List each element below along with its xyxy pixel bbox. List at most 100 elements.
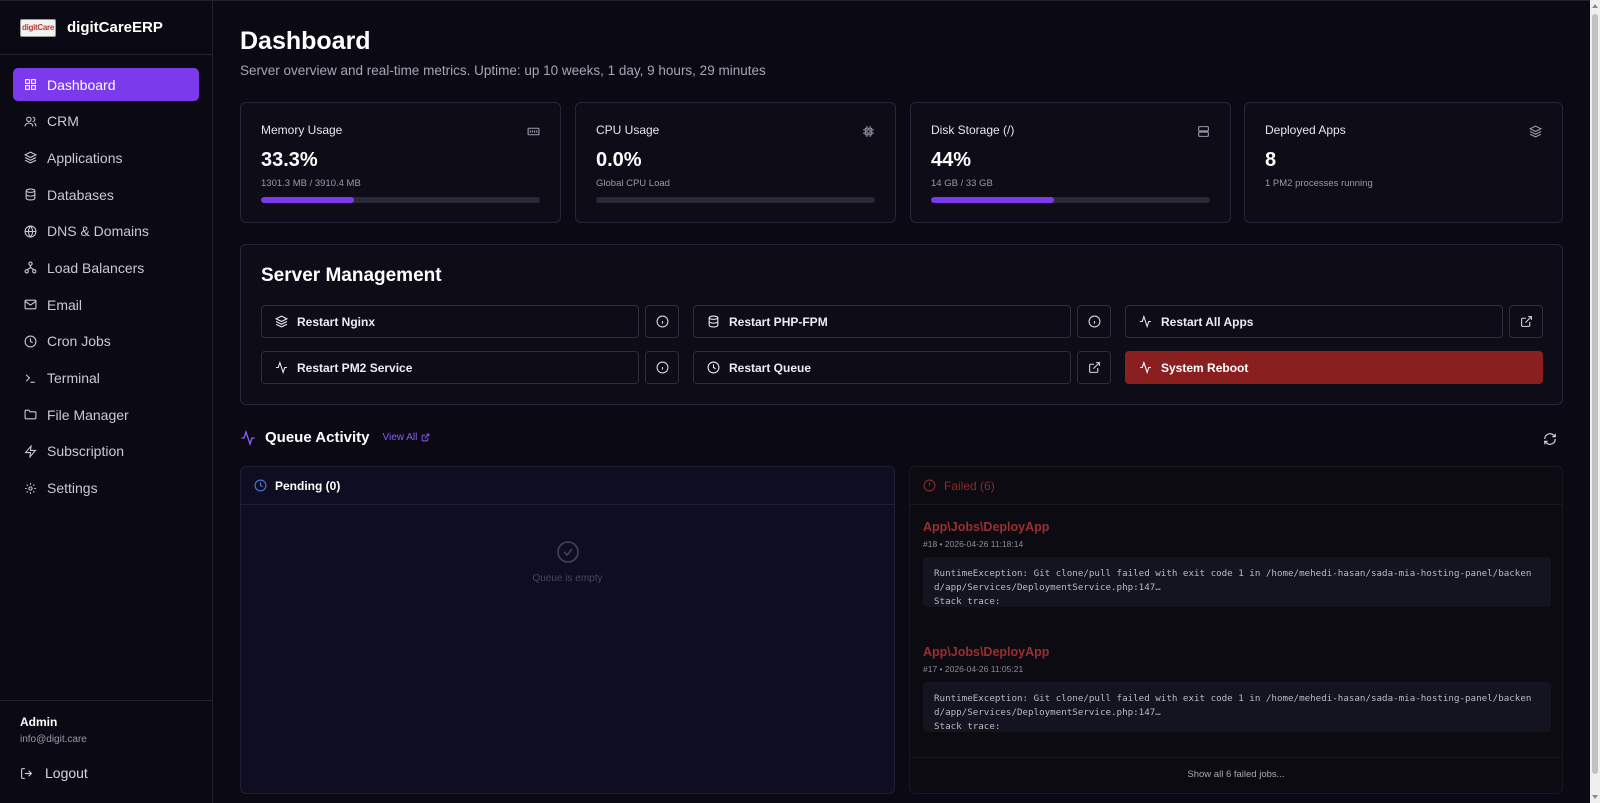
- layers-icon: [24, 151, 37, 164]
- card-value: 44%: [931, 149, 972, 171]
- job-trace-message: RuntimeException: Git clone/pull failed …: [934, 568, 1532, 593]
- restart-all-apps-button[interactable]: Restart All Apps: [1125, 305, 1503, 338]
- brand-logo: digitCare: [20, 18, 56, 37]
- restart-nginx-button[interactable]: Restart Nginx: [261, 305, 639, 338]
- network-icon: [24, 261, 37, 274]
- sidebar-item-crm[interactable]: CRM: [13, 105, 199, 138]
- job-trace-stack: Stack trace:: [934, 721, 1001, 732]
- sidebar-item-cron-jobs[interactable]: Cron Jobs: [13, 325, 199, 358]
- memory-progress-fill: [261, 197, 354, 203]
- sidebar-item-label: Terminal: [47, 370, 100, 386]
- page-subtitle: Server overview and real-time metrics. U…: [240, 63, 766, 78]
- sidebar-item-label: File Manager: [47, 406, 129, 423]
- cpu-progress-bar: [596, 197, 875, 203]
- sidebar-item-terminal[interactable]: Terminal: [13, 362, 199, 395]
- sidebar-item-subscription[interactable]: Subscription: [13, 435, 199, 468]
- show-all-failed-jobs-link[interactable]: Show all 6 failed jobs...: [910, 757, 1562, 793]
- pm2-info-button[interactable]: [645, 351, 679, 384]
- card-detail: 1 PM2 processes running: [1265, 178, 1373, 189]
- job-name: App\Jobs\DeployApp: [923, 645, 1050, 659]
- card-label: Disk Storage (/): [931, 123, 1015, 137]
- failed-header: Failed (6): [910, 467, 1562, 505]
- external-link-icon: [421, 433, 430, 442]
- restart-pm2-button[interactable]: Restart PM2 Service: [261, 351, 639, 384]
- grid-icon: [25, 79, 36, 90]
- page-scrollbar[interactable]: [1590, 0, 1600, 803]
- sidebar-item-applications[interactable]: Applications: [13, 141, 199, 174]
- memory-card: Memory Usage 33.3% 1301.3 MB / 3910.4 MB: [240, 102, 561, 223]
- terminal-icon: [25, 373, 35, 383]
- restart-queue-button[interactable]: Restart Queue: [693, 351, 1071, 384]
- card-detail: Global CPU Load: [596, 178, 670, 189]
- scroll-up-arrow[interactable]: [1592, 4, 1598, 8]
- clock-icon: [24, 335, 37, 348]
- user-email: info@digit.care: [20, 734, 87, 745]
- card-value: 8: [1265, 149, 1277, 171]
- card-detail: 14 GB / 33 GB: [931, 178, 993, 189]
- sidebar-item-settings[interactable]: Settings: [13, 472, 199, 505]
- job-meta: #18 • 2026-04-26 11:18:14: [923, 539, 1024, 549]
- sidebar-item-label: Dashboard: [47, 76, 116, 93]
- zap-icon: [24, 444, 37, 458]
- failed-job-item[interactable]: App\Jobs\DeployApp #18 • 2026-04-26 11:1…: [923, 520, 1551, 607]
- system-reboot-button[interactable]: System Reboot: [1125, 351, 1543, 384]
- info-icon: [1088, 315, 1100, 328]
- disk-progress-bar: [931, 197, 1210, 203]
- sidebar-item-label: Load Balancers: [47, 259, 145, 276]
- activity-icon: [1140, 361, 1151, 374]
- queue-activity-title: Queue Activity: [265, 429, 370, 446]
- job-trace: RuntimeException: Git clone/pull failed …: [923, 682, 1551, 732]
- user-name: Admin: [20, 715, 58, 729]
- sidebar-item-email[interactable]: Email: [13, 288, 199, 321]
- job-trace: RuntimeException: Git clone/pull failed …: [923, 557, 1551, 607]
- queue-empty-state: Queue is empty: [241, 540, 894, 584]
- sidebar-item-databases[interactable]: Databases: [13, 178, 199, 211]
- sidebar-item-label: Applications: [47, 149, 123, 166]
- job-meta: #17 • 2026-04-26 11:05:21: [923, 664, 1024, 674]
- button-label: Restart Queue: [729, 360, 812, 375]
- card-value: 33.3%: [261, 149, 318, 171]
- sidebar-item-label: Email: [47, 296, 83, 313]
- sidebar-item-dns-domains[interactable]: DNS & Domains: [13, 215, 199, 248]
- refresh-icon[interactable]: [1543, 432, 1557, 446]
- check-circle-icon: [556, 541, 579, 563]
- job-name: App\Jobs\DeployApp: [923, 520, 1050, 534]
- page-title: Dashboard: [240, 27, 371, 55]
- queue-activity-header: Queue Activity View All: [240, 429, 430, 446]
- server-icon: [1198, 126, 1209, 137]
- scroll-down-arrow[interactable]: [1592, 795, 1598, 799]
- sidebar-item-file-manager[interactable]: File Manager: [13, 398, 199, 431]
- external-link-icon: [1520, 316, 1532, 327]
- card-label: Memory Usage: [261, 123, 343, 137]
- info-icon: [656, 361, 668, 374]
- sidebar-item-dashboard[interactable]: Dashboard: [13, 68, 199, 101]
- sidebar-item-label: Cron Jobs: [47, 333, 111, 350]
- pending-header: Pending (0): [241, 467, 894, 505]
- queue-empty-text: Queue is empty: [532, 573, 603, 584]
- clock-icon: [707, 361, 720, 374]
- restart-php-fpm-button[interactable]: Restart PHP-FPM: [693, 305, 1071, 338]
- job-trace-stack: Stack trace:: [934, 596, 1001, 607]
- clock-icon: [254, 479, 267, 492]
- button-label: Restart All Apps: [1161, 314, 1254, 329]
- database-icon: [25, 188, 36, 201]
- scrollbar-thumb[interactable]: [1592, 14, 1598, 774]
- logout-button[interactable]: Logout: [20, 765, 192, 781]
- sidebar: digitCare digitCareERP Dashboard CRM App…: [0, 0, 213, 803]
- cpu-icon: [863, 126, 874, 137]
- logout-label: Logout: [45, 765, 88, 781]
- php-fpm-info-button[interactable]: [1077, 305, 1111, 338]
- pending-queue-panel: Pending (0) Queue is empty: [240, 466, 895, 794]
- logout-icon: [21, 767, 33, 779]
- view-all-link[interactable]: View All: [382, 432, 430, 443]
- sidebar-item-load-balancers[interactable]: Load Balancers: [13, 251, 199, 284]
- nginx-info-button[interactable]: [645, 305, 679, 338]
- all-apps-external-link-button[interactable]: [1509, 305, 1543, 338]
- failed-job-item[interactable]: App\Jobs\DeployApp #17 • 2026-04-26 11:0…: [923, 645, 1551, 732]
- queue-external-link-button[interactable]: [1077, 351, 1111, 384]
- brand[interactable]: digitCare digitCareERP: [0, 1, 212, 55]
- cpu-card: CPU Usage 0.0% Global CPU Load: [575, 102, 896, 223]
- folder-icon: [24, 409, 37, 420]
- sidebar-item-label: Databases: [47, 186, 114, 203]
- job-trace-message: RuntimeException: Git clone/pull failed …: [934, 693, 1532, 718]
